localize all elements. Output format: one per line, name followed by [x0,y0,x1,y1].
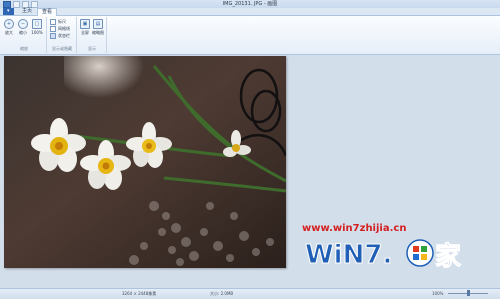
zoom-group: + 放大 − 缩小 ▢ 100% 缩放 [2,17,47,53]
display-group: ▣ 全屏 ▤ 缩略图 显示 [78,17,107,53]
svg-text:WiN7.: WiN7. [305,240,392,270]
gridlines-label: 网格线 [58,26,70,31]
ruler-label: 标尺 [58,19,66,24]
show-hide-group: 标尺 网格线 状态栏 显示或隐藏 [48,17,77,53]
zoom-in-icon: + [4,19,14,29]
gridlines-check-icon [50,26,56,32]
statusbar-check-icon [50,33,56,39]
image-canvas[interactable] [4,56,286,268]
tab-file[interactable]: ▾ [3,8,14,15]
narcissus-photo [4,56,286,268]
thumbnail-label: 缩略图 [92,30,104,35]
show-hide-group-label: 显示或隐藏 [52,46,72,51]
zoom-out-button[interactable]: − 缩小 [17,19,29,36]
ruler-checkbox[interactable]: 标尺 [50,19,66,25]
fullscreen-label: 全屏 [81,30,89,35]
ribbon-tabs: ▾ 主页 查看 [0,8,500,16]
file-size: 大小: 2.0MB [210,291,234,296]
ribbon: + 放大 − 缩小 ▢ 100% 缩放 标尺 网格线 状态栏 显示或隐藏 ▣ 全… [0,16,500,55]
display-group-label: 显示 [88,46,96,51]
zoom-out-label: 缩小 [19,30,27,35]
thumbnail-icon: ▤ [93,19,103,29]
window-title: IMG_20131. JPG - 画图 [222,1,278,7]
zoom-in-label: 放大 [5,30,13,35]
zoom-slider-thumb[interactable] [467,290,470,296]
fullscreen-icon: ▣ [80,19,90,29]
ruler-check-icon [50,19,56,25]
gridlines-checkbox[interactable]: 网格线 [50,26,70,32]
actual-size-button[interactable]: ▢ 100% [31,19,43,35]
image-dimensions: 3264 × 2448像素 [122,291,157,296]
statusbar-checkbox[interactable]: 状态栏 [50,33,70,39]
fullscreen-button[interactable]: ▣ 全屏 [79,19,91,36]
zoom-level: 100% [432,291,444,296]
title-bar: IMG_20131. JPG - 画图 [0,0,500,8]
win7-logo: WiN7. 家 [305,239,462,271]
zoom-in-button[interactable]: + 放大 [3,19,15,36]
actual-size-label: 100% [31,30,43,35]
tab-view[interactable]: 查看 [37,8,58,16]
actual-size-icon: ▢ [32,19,42,29]
statusbar-label: 状态栏 [58,33,70,38]
zoom-group-label: 缩放 [20,46,28,51]
thumbnail-button[interactable]: ▤ 缩略图 [92,19,104,36]
tab-home[interactable]: 主页 [18,8,36,15]
zoom-out-icon: − [18,19,28,29]
svg-text:家: 家 [435,241,461,271]
watermark-url: www.win7zhijia.cn [302,223,407,234]
status-bar: 3264 × 2448像素 大小: 2.0MB 100% [0,288,500,299]
